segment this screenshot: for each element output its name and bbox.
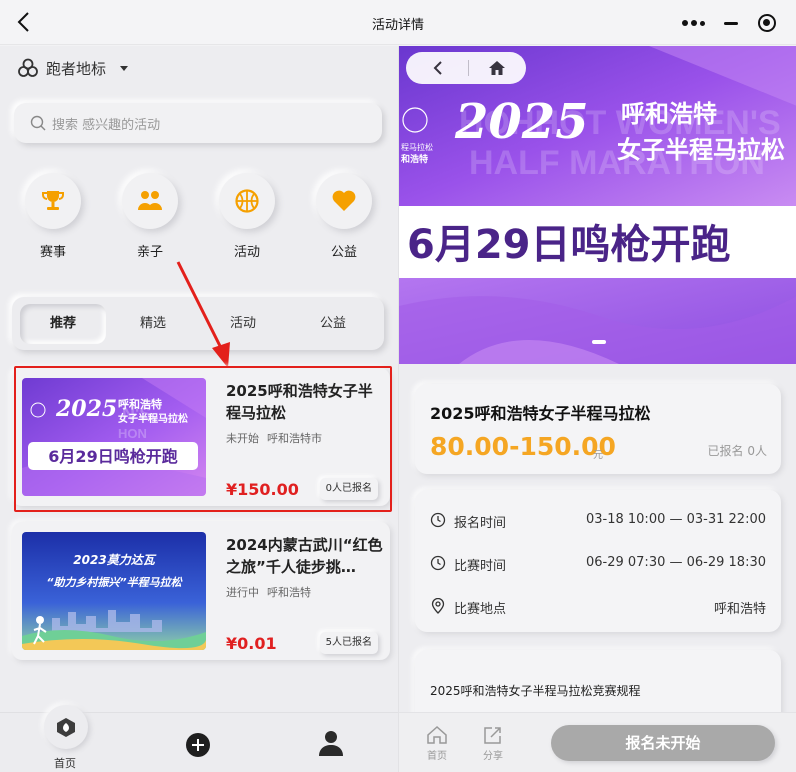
poster-year: 2025: [55, 396, 117, 422]
basketball-icon: [235, 189, 259, 213]
close-icon[interactable]: [758, 14, 776, 32]
banner-nav-capsule: [406, 52, 526, 84]
event-card[interactable]: N'S HON 2025 呼和浩特 女子半程马拉松 6月29日鸣枪开跑 2025…: [12, 368, 390, 506]
event-title: 2024内蒙古武川“红色之旅”千人徒步挑…: [226, 536, 383, 576]
divider: [468, 60, 469, 76]
brand-logo-icon: [18, 58, 38, 77]
heart-icon: [332, 190, 356, 211]
bar-share-label: 分享: [483, 751, 503, 762]
event-price-range: 80.00-150.00: [430, 432, 616, 461]
home-icon[interactable]: [488, 59, 506, 77]
banner-year: 2025: [454, 94, 589, 150]
tab-recommended[interactable]: 推荐: [20, 304, 106, 344]
event-status: 未开始: [226, 432, 259, 445]
category-label: 公益: [330, 245, 357, 260]
detail-action-bar: 首页 分享 报名未开始: [399, 712, 796, 772]
event-title: 2025呼和浩特女子半程马拉松: [226, 382, 373, 422]
event-detail-title: 2025呼和浩特女子半程马拉松: [430, 404, 651, 423]
caret-down-icon: [120, 65, 129, 71]
search-placeholder: 搜索 感兴趣的活动: [52, 117, 161, 133]
poster-city: 呼和浩特: [118, 397, 162, 411]
event-poster-image: 2023莫力达瓦 “助力乡村振兴”半程马拉松: [22, 532, 206, 650]
more-icon[interactable]: [682, 20, 706, 28]
nav-home-label: 首页: [54, 757, 76, 770]
bar-share-button[interactable]: 分享: [475, 725, 511, 762]
user-icon[interactable]: [318, 729, 344, 757]
banner-subtitle: 女子半程马拉松: [617, 136, 785, 164]
banner-city: 呼和浩特: [621, 100, 717, 128]
category-label: 赛事: [39, 245, 66, 260]
back-icon[interactable]: [430, 60, 446, 76]
brand-name: 跑者地标: [46, 59, 107, 78]
event-list-panel: 跑者地标 搜索 感兴趣的活动 赛事 亲子 活动 公益 推荐 精选 活动 公益 N…: [0, 46, 398, 772]
banner-logo-text: 程马拉松: [401, 142, 433, 152]
event-poster-image: N'S HON 2025 呼和浩特 女子半程马拉松 6月29日鸣枪开跑: [22, 378, 206, 496]
event-meta: 未开始 呼和浩特市: [226, 430, 322, 446]
trophy-icon: [42, 191, 64, 210]
family-icon: [138, 191, 162, 210]
event-info-card: 2025呼和浩特女子半程马拉松 80.00-150.00 元 已报名 0人: [415, 384, 781, 474]
home-icon: [427, 725, 447, 744]
search-input[interactable]: 搜索 感兴趣的活动: [14, 103, 382, 143]
event-card[interactable]: 2023莫力达瓦 “助力乡村振兴”半程马拉松 2024内蒙古武川“红色之旅”千人…: [12, 522, 390, 660]
event-price: ¥150.00: [226, 480, 299, 499]
registered-badge: 5人已报名: [319, 632, 378, 654]
event-meta: 进行中 呼和浩特: [226, 584, 311, 600]
carousel-indicator: [592, 340, 606, 344]
brand-selector[interactable]: 跑者地标: [18, 56, 129, 80]
event-detail-panel: HOHHOT WOMEN'S HALF MARATHON 程马拉松 和浩特 20…: [398, 46, 796, 772]
row-value: 06-29 07:30 — 06-29 18:30: [585, 555, 766, 570]
category-activity[interactable]: 活动: [212, 173, 282, 260]
poster-subtitle: 女子半程马拉松: [118, 412, 188, 425]
registration-time-row: 报名时间 03-18 10:00 — 03-31 22:00: [415, 508, 781, 532]
event-status: 进行中: [226, 586, 259, 599]
clock-icon: [430, 512, 446, 528]
add-icon[interactable]: [186, 733, 210, 757]
top-bar: 活动详情: [0, 0, 796, 45]
tab-charity[interactable]: 公益: [290, 304, 376, 344]
search-icon: [30, 115, 46, 131]
poster-line1: 2023莫力达瓦: [73, 553, 156, 567]
row-label: 报名时间: [454, 516, 507, 531]
row-label: 比赛时间: [454, 559, 507, 574]
row-value: 03-18 10:00 — 03-31 22:00: [585, 512, 766, 527]
bar-home-label: 首页: [427, 751, 447, 762]
registered-count: 已报名 0人: [707, 444, 767, 458]
clock-icon: [430, 555, 446, 571]
share-icon: [484, 727, 501, 744]
banner-logo-text2: 和浩特: [400, 153, 428, 165]
svg-text:HON: HON: [118, 426, 147, 441]
category-row: 赛事 亲子 活动 公益: [0, 173, 398, 263]
race-location-row[interactable]: 比赛地点 呼和浩特: [415, 594, 781, 618]
poster-line2: “助力乡村振兴”半程马拉松: [46, 576, 183, 589]
event-city: 呼和浩特市: [267, 432, 322, 445]
minimize-icon[interactable]: [724, 22, 738, 25]
location-icon: [431, 598, 445, 614]
mini-program-capsule: [672, 8, 790, 38]
race-time-row: 比赛时间 06-29 07:30 — 06-29 18:30: [415, 551, 781, 575]
event-schedule-card: 报名时间 03-18 10:00 — 03-31 22:00 比赛时间 06-2…: [415, 490, 781, 632]
price-unit: 元: [593, 450, 603, 461]
event-city: 呼和浩特: [267, 586, 311, 599]
category-race[interactable]: 赛事: [18, 173, 88, 260]
category-charity[interactable]: 公益: [309, 173, 379, 260]
event-banner: HOHHOT WOMEN'S HALF MARATHON 程马拉松 和浩特 20…: [399, 46, 796, 364]
bar-home-button[interactable]: 首页: [419, 725, 455, 762]
bottom-nav: 首页: [0, 705, 398, 772]
rules-title[interactable]: 2025呼和浩特女子半程马拉松竞赛规程: [430, 682, 641, 699]
banner-tagline: 6月29日鸣枪开跑: [407, 222, 731, 268]
poster-tagline: 6月29日鸣枪开跑: [48, 447, 177, 466]
annotation-arrow: [176, 261, 230, 368]
event-price: ¥0.01: [226, 634, 277, 653]
row-value: 呼和浩特: [713, 602, 766, 617]
category-family[interactable]: 亲子: [115, 173, 185, 260]
home-leaf-icon: [57, 718, 75, 737]
row-label: 比赛地点: [454, 602, 507, 617]
nav-home-button[interactable]: [44, 705, 88, 749]
registered-badge: 0人已报名: [319, 478, 378, 500]
signup-button[interactable]: 报名未开始: [551, 725, 775, 761]
